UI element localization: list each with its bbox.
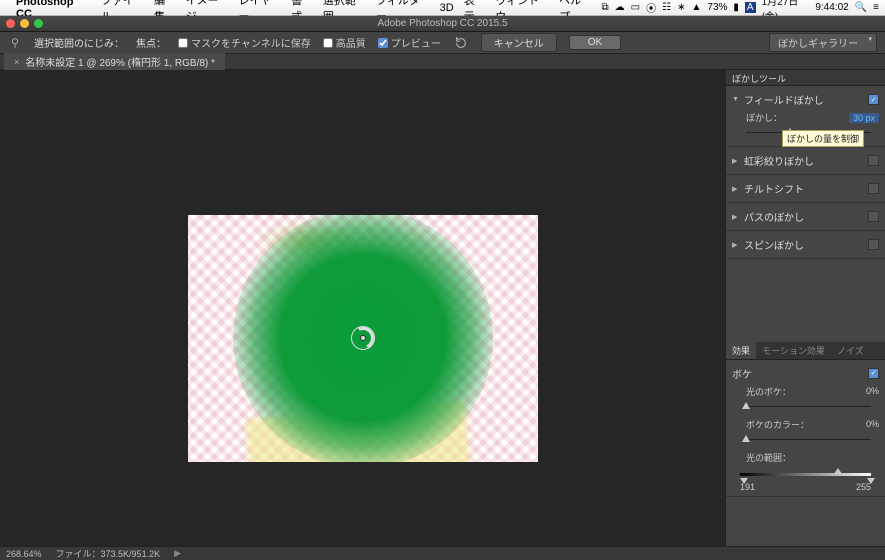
- volume-icon[interactable]: ☷: [662, 2, 671, 13]
- spotlight-icon[interactable]: 🔍: [855, 2, 867, 13]
- mask-channel-checkbox[interactable]: マスクをチャンネルに保存: [178, 35, 311, 50]
- light-bokeh-value[interactable]: 0%: [866, 386, 879, 396]
- bokeh-color-value[interactable]: 0%: [866, 419, 879, 429]
- gallery-dropdown[interactable]: ぼかしギャラリー: [769, 33, 877, 52]
- zoom-window-button[interactable]: [34, 19, 43, 28]
- input-source-icon[interactable]: A: [745, 2, 756, 13]
- menu-3d[interactable]: 3D: [440, 2, 454, 14]
- bokeh-color-slider[interactable]: [746, 435, 871, 445]
- preview-checkbox[interactable]: プレビュー: [378, 35, 441, 50]
- spin-blur-toggle[interactable]: ✓: [868, 239, 879, 250]
- bokeh-color-label: ボケのカラー：: [746, 418, 866, 431]
- light-range-label: 光の範囲：: [746, 451, 879, 464]
- disclosure-right-icon[interactable]: ▶: [732, 241, 740, 249]
- options-bar: 選択範囲のにじみ： 焦点： マスクをチャンネルに保存 高品質 プレビュー キャン…: [0, 32, 885, 54]
- bokeh-label: ボケ: [732, 366, 864, 381]
- light-bokeh-slider[interactable]: [746, 402, 871, 412]
- blur-pin[interactable]: [351, 326, 375, 350]
- tilt-shift-row[interactable]: ▶ チルトシフト ✓: [732, 179, 879, 198]
- bluetooth-icon[interactable]: ∗: [677, 2, 685, 13]
- cancel-button[interactable]: キャンセル: [481, 33, 557, 52]
- document-tab[interactable]: × 名称未設定 1 @ 269% (楕円形 1, RGB/8) *: [4, 53, 225, 70]
- notification-icon[interactable]: ≡: [873, 2, 879, 13]
- blur-tools-header: ぼかしツール: [726, 70, 885, 86]
- bleed-label: 選択範囲のにじみ：: [34, 35, 124, 50]
- path-blur-row[interactable]: ▶ パスのぼかし ✓: [732, 207, 879, 226]
- status-menu-icon[interactable]: ▶: [174, 548, 181, 559]
- window-title: Adobe Photoshop CC 2015.5: [377, 18, 507, 29]
- menubar-time[interactable]: 9:44:02: [815, 2, 848, 13]
- battery-percent[interactable]: 73%: [707, 2, 727, 13]
- high-quality-checkbox[interactable]: 高品質: [323, 35, 366, 50]
- disclosure-right-icon[interactable]: ▶: [732, 213, 740, 221]
- focus-label: 焦点：: [136, 35, 166, 50]
- iris-blur-toggle[interactable]: ✓: [868, 155, 879, 166]
- traffic-lights: [6, 19, 43, 28]
- mac-menu-bar: Photoshop CC ファイル 編集 イメージ レイヤー 書式 選択範囲 フ…: [0, 0, 885, 16]
- minimize-window-button[interactable]: [20, 19, 29, 28]
- tab-motion-effects[interactable]: モーション効果: [756, 342, 831, 359]
- disclosure-right-icon[interactable]: ▶: [732, 185, 740, 193]
- path-blur-toggle[interactable]: ✓: [868, 211, 879, 222]
- document-tab-bar: × 名称未設定 1 @ 269% (楕円形 1, RGB/8) *: [0, 54, 885, 70]
- tilt-shift-toggle[interactable]: ✓: [868, 183, 879, 194]
- light-range-slider[interactable]: [740, 468, 871, 480]
- disclosure-down-icon[interactable]: ▼: [732, 96, 740, 103]
- close-window-button[interactable]: [6, 19, 15, 28]
- document-canvas[interactable]: [188, 215, 538, 462]
- blur-gallery-sidebar: ぼかしツール ▼ フィールドぼかし ✓ ぼかし： 30 px ぼかしの量を制御 …: [725, 70, 885, 546]
- wifi-icon[interactable]: ⦿: [646, 0, 656, 15]
- tab-effects[interactable]: 効果: [726, 342, 756, 359]
- canvas-area[interactable]: [0, 70, 725, 546]
- document-tab-label: 名称未設定 1 @ 269% (楕円形 1, RGB/8) *: [25, 54, 215, 69]
- blur-amount-label: ぼかし：: [746, 111, 849, 124]
- blur-tooltip: ぼかしの量を制御: [782, 130, 864, 147]
- spin-blur-row[interactable]: ▶ スピンぼかし ✓: [732, 235, 879, 254]
- effects-tabs: 効果 モーション効果 ノイズ: [726, 342, 885, 360]
- close-tab-icon[interactable]: ×: [14, 57, 19, 67]
- pin-tool-icon: [8, 36, 22, 50]
- iris-blur-row[interactable]: ▶ 虹彩絞りぼかし ✓: [732, 151, 879, 170]
- blur-amount-value[interactable]: 30 px: [849, 113, 879, 123]
- battery-icon[interactable]: ▮: [733, 2, 739, 13]
- dropbox-icon[interactable]: ⧉: [602, 2, 609, 13]
- field-blur-toggle[interactable]: ✓: [868, 94, 879, 105]
- file-info[interactable]: ファイル：373.5K/951.2K: [56, 547, 161, 560]
- reset-icon[interactable]: [453, 36, 469, 50]
- disclosure-right-icon[interactable]: ▶: [732, 157, 740, 165]
- zoom-level[interactable]: 268.64%: [6, 549, 42, 559]
- cloud-icon[interactable]: ☁: [615, 2, 625, 13]
- display-icon[interactable]: ▭: [631, 2, 640, 13]
- window-titlebar: Adobe Photoshop CC 2015.5: [0, 16, 885, 32]
- field-blur-row[interactable]: ▼ フィールドぼかし ✓: [732, 90, 879, 109]
- tab-noise[interactable]: ノイズ: [831, 342, 870, 359]
- light-bokeh-label: 光のボケ：: [746, 385, 866, 398]
- ok-button[interactable]: OK: [569, 35, 621, 50]
- bokeh-toggle[interactable]: ✓: [868, 368, 879, 379]
- status-bar: 268.64% ファイル：373.5K/951.2K ▶: [0, 546, 885, 560]
- airplay-icon[interactable]: ▲: [691, 2, 701, 13]
